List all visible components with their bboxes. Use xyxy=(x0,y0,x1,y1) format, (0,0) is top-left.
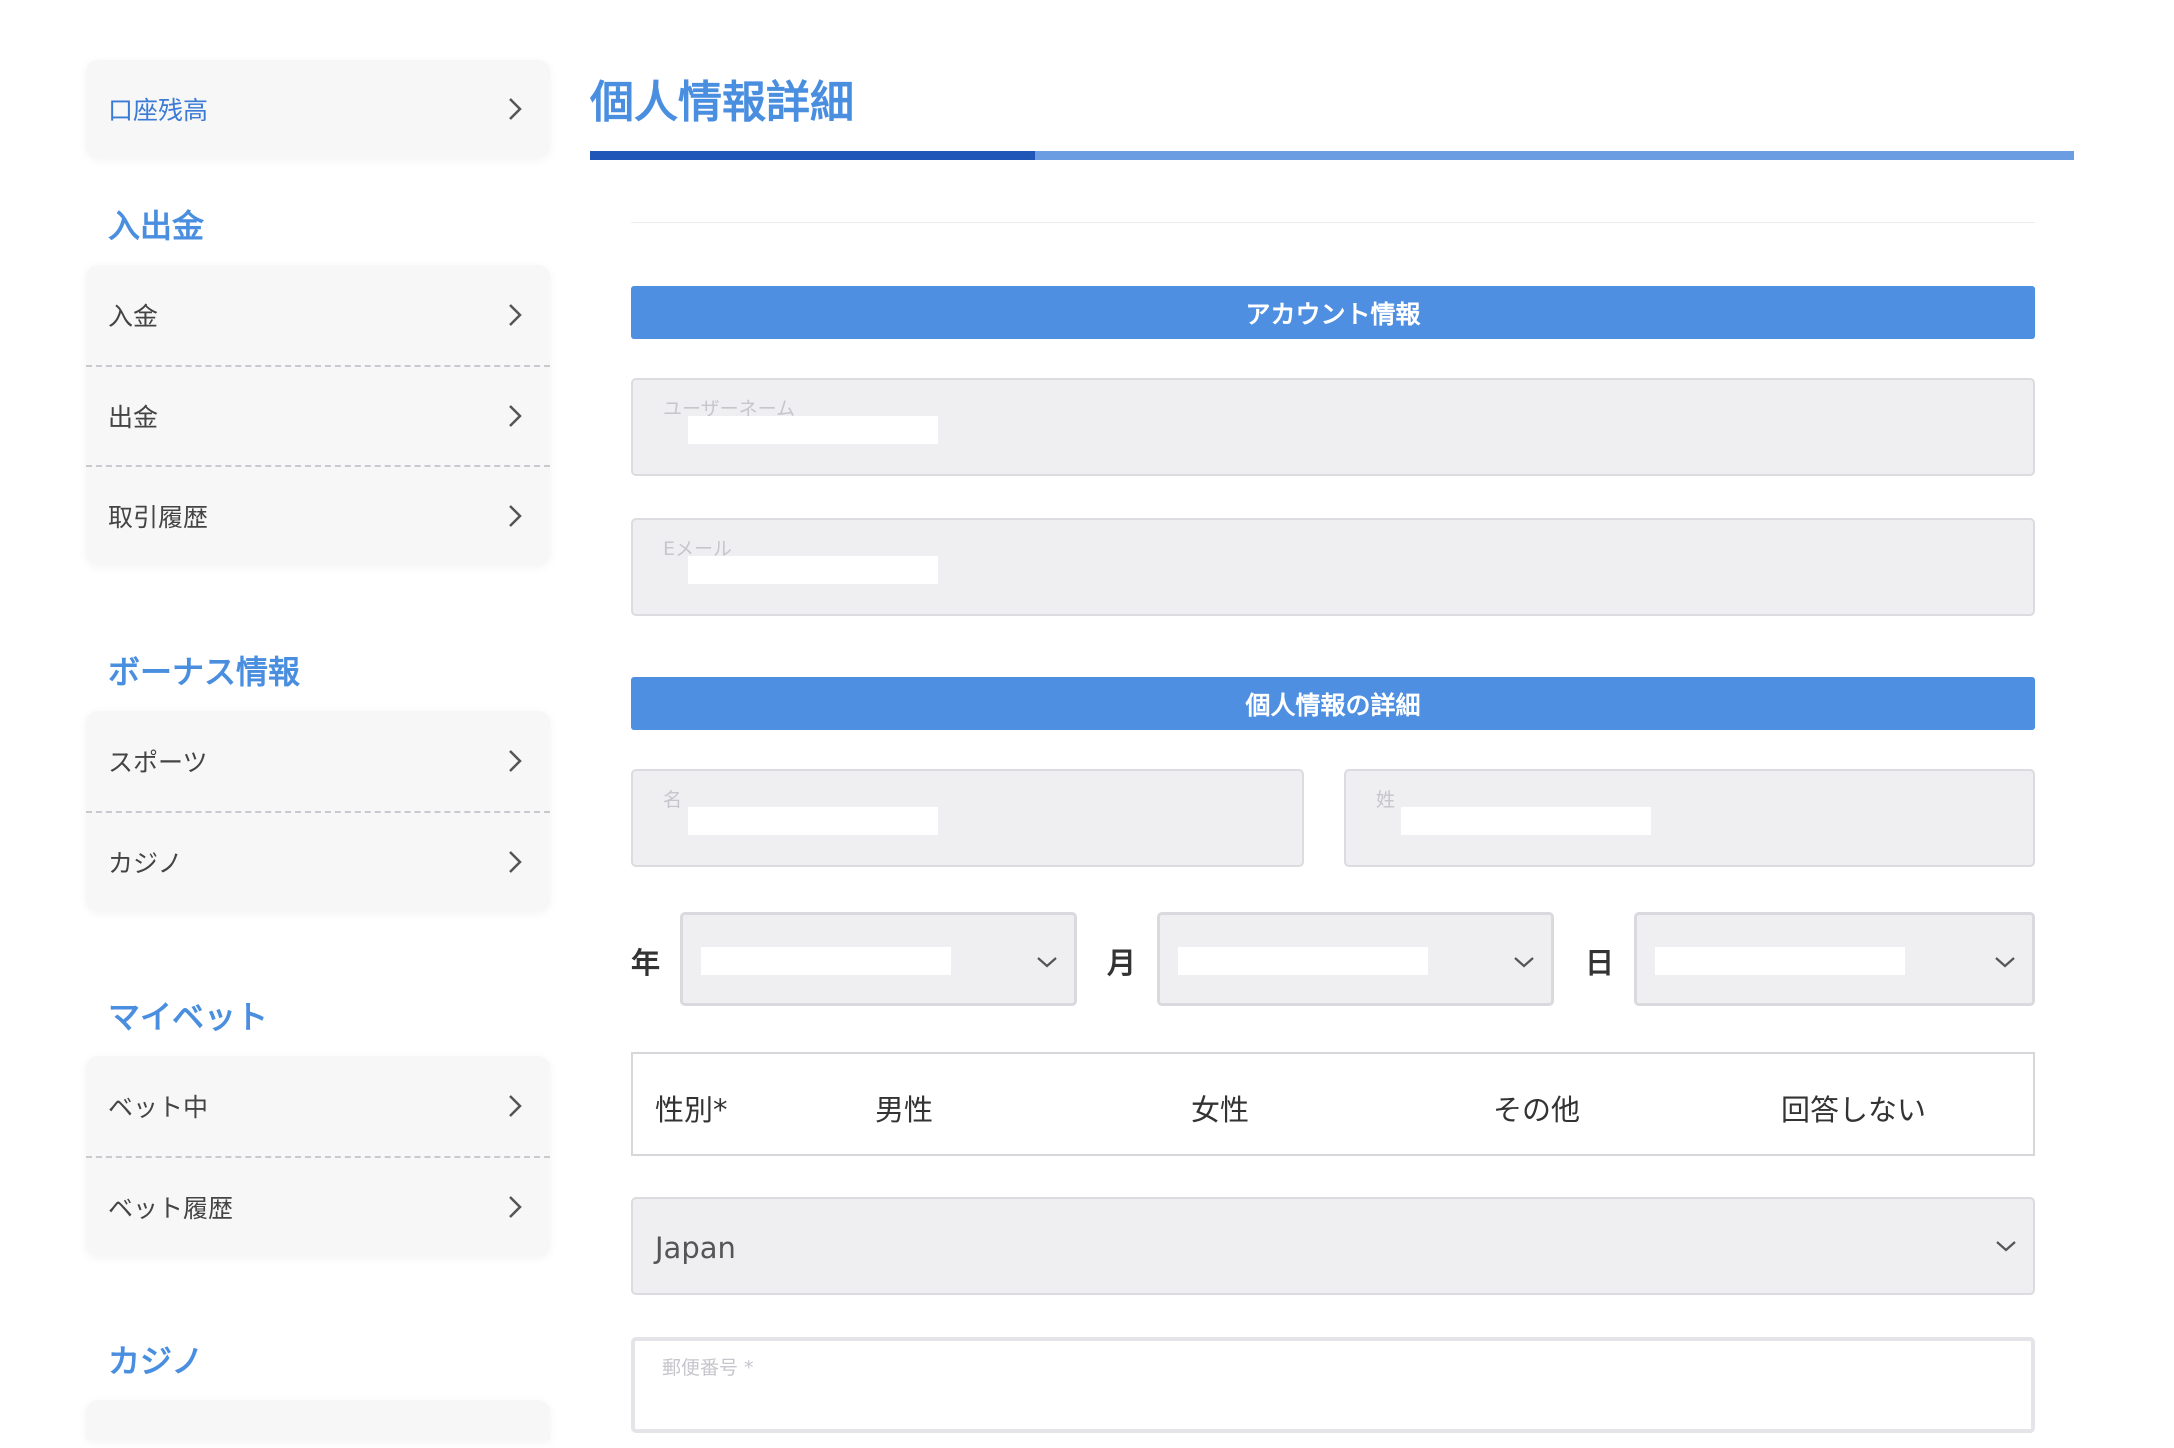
section-heading-mybet: マイベット xyxy=(108,998,269,1036)
postal-code-field[interactable]: 郵便番号 * xyxy=(631,1337,2035,1433)
month-select[interactable] xyxy=(1157,912,1554,1006)
redacted-value xyxy=(1178,947,1428,975)
redacted-value xyxy=(701,947,951,975)
chevron-right-icon xyxy=(502,1194,528,1220)
gender-label: 性別* xyxy=(655,1093,728,1127)
sidebar-item-casino[interactable]: カジノ xyxy=(86,811,550,911)
username-field[interactable]: ユーザーネーム xyxy=(631,378,2035,476)
section-heading-deposit: 入出金 xyxy=(108,207,205,245)
gender-option-no-answer[interactable]: 回答しない xyxy=(1781,1087,1926,1129)
casino-card xyxy=(86,1400,550,1440)
first-name-field[interactable]: 名 xyxy=(631,769,1304,867)
chevron-right-icon xyxy=(502,403,528,429)
sidebar-item-label: スポーツ xyxy=(108,748,208,777)
sidebar-item-deposit[interactable]: 入金 xyxy=(86,265,550,365)
chevron-right-icon xyxy=(502,849,528,875)
year-label: 年 xyxy=(631,946,661,980)
bonus-card: スポーツ カジノ xyxy=(86,711,550,911)
sidebar-item-open-bets[interactable]: ベット中 xyxy=(86,1056,550,1156)
chevron-down-icon xyxy=(1992,949,2018,975)
page-title: 個人情報詳細 xyxy=(590,77,854,128)
sidebar-item-history[interactable]: 取引履歴 xyxy=(86,465,550,565)
sidebar-item-bet-history[interactable]: ベット履歴 xyxy=(86,1156,550,1256)
chevron-right-icon xyxy=(502,1093,528,1119)
chevron-right-icon xyxy=(502,302,528,328)
chevron-down-icon xyxy=(1034,949,1060,975)
last-name-placeholder: 姓 xyxy=(1376,789,1396,811)
chevron-right-icon xyxy=(502,503,528,529)
gender-group: 性別* 男性 女性 その他 回答しない xyxy=(631,1052,2035,1156)
deposit-card: 入金 出金 取引履歴 xyxy=(86,265,550,565)
progress-bar xyxy=(590,151,2074,160)
first-name-placeholder: 名 xyxy=(663,789,683,811)
redacted-value xyxy=(688,556,938,584)
chevron-right-icon xyxy=(502,96,528,122)
gender-option-male[interactable]: 男性 xyxy=(875,1087,933,1129)
year-select[interactable] xyxy=(680,912,1077,1006)
day-select[interactable] xyxy=(1634,912,2035,1006)
country-select[interactable]: Japan xyxy=(631,1197,2035,1295)
redacted-value xyxy=(688,416,938,444)
sidebar-item-balance[interactable]: 口座残高 xyxy=(86,60,550,158)
account-section-header: アカウント情報 xyxy=(631,286,2035,339)
sidebar-item-label: 取引履歴 xyxy=(108,503,209,532)
sidebar-item-withdraw[interactable]: 出金 xyxy=(86,365,550,465)
redacted-value xyxy=(688,807,938,835)
redacted-value xyxy=(1401,807,1651,835)
balance-card: 口座残高 xyxy=(86,60,550,158)
day-label: 日 xyxy=(1585,946,1615,980)
gender-option-female[interactable]: 女性 xyxy=(1191,1087,1249,1129)
sidebar-item-label: 出金 xyxy=(108,403,159,432)
sidebar-item-label: 入金 xyxy=(108,302,159,331)
country-value: Japan xyxy=(655,1231,736,1265)
sidebar-item-label: ベット中 xyxy=(108,1093,209,1122)
divider xyxy=(631,222,2035,223)
progress-fill xyxy=(590,151,1036,160)
redacted-value xyxy=(1655,947,1905,975)
chevron-down-icon xyxy=(1993,1233,2019,1259)
gender-option-other[interactable]: その他 xyxy=(1493,1087,1580,1129)
section-heading-casino: カジノ xyxy=(108,1342,204,1380)
sidebar-item-label: 口座残高 xyxy=(108,96,209,125)
last-name-field[interactable]: 姓 xyxy=(1344,769,2035,867)
section-heading-bonus: ボーナス情報 xyxy=(108,653,301,691)
email-field[interactable]: Eメール xyxy=(631,518,2035,616)
sidebar-item-label: カジノ xyxy=(108,849,183,878)
personal-section-header: 個人情報の詳細 xyxy=(631,677,2035,730)
postal-code-placeholder: 郵便番号 * xyxy=(662,1357,754,1379)
mybet-card: ベット中 ベット履歴 xyxy=(86,1056,550,1256)
month-label: 月 xyxy=(1107,946,1137,980)
chevron-right-icon xyxy=(502,748,528,774)
chevron-down-icon xyxy=(1511,949,1537,975)
sidebar-item-label: ベット履歴 xyxy=(108,1194,234,1223)
sidebar-item-sports[interactable]: スポーツ xyxy=(86,711,550,811)
